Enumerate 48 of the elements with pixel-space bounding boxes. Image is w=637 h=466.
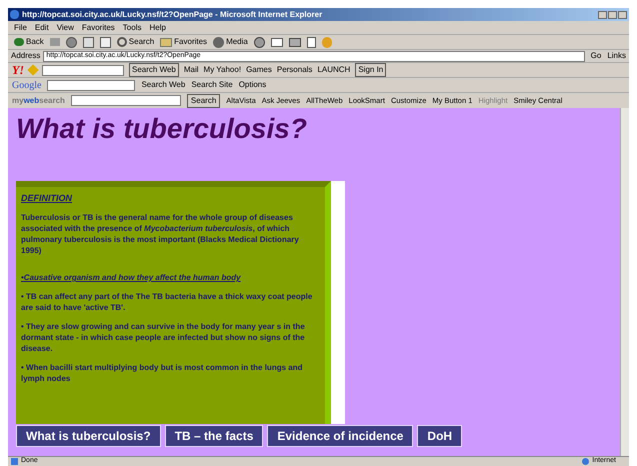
causative-link[interactable]: •Causative organism and how they affect the human body [21, 272, 320, 283]
menu-item[interactable]: Help [149, 22, 166, 34]
menu-item[interactable]: View [56, 22, 74, 34]
toolbar-link[interactable]: Personals [276, 64, 312, 76]
google-logo[interactable]: Google [12, 78, 42, 92]
toolbar-label[interactable]: Search [128, 36, 154, 48]
menu-item[interactable]: Favorites [82, 22, 115, 34]
toolbar-label[interactable]: Favorites [174, 36, 208, 48]
google-search-field[interactable] [47, 80, 136, 90]
toolbar-label[interactable]: Media [226, 36, 248, 48]
minimize-button[interactable] [598, 10, 607, 18]
yahoo-search-field[interactable] [42, 64, 124, 76]
toolbar-link[interactable]: Search Web [141, 79, 186, 91]
toolbar-link[interactable]: Options [238, 79, 266, 91]
nav-button[interactable]: Evidence of incidence [267, 425, 414, 447]
go-button[interactable]: Go [588, 50, 604, 62]
toolbar-label[interactable]: Back [26, 36, 44, 48]
scrollbar[interactable] [620, 108, 629, 456]
maximize-button[interactable] [608, 10, 617, 18]
bullet-text: • They are slow growing and can survive in the body for many year s in the dormant state - in which case people are infected but show no signs of the disease. [21, 321, 306, 354]
menu-item[interactable]: Edit [34, 22, 49, 34]
toolbar-link[interactable]: Search Site [191, 79, 233, 91]
nav-button[interactable]: TB – the facts [164, 425, 264, 447]
toolbar-link[interactable]: LAUNCH [317, 64, 350, 76]
stop-icon[interactable] [66, 36, 77, 48]
search-button[interactable]: Search [186, 94, 220, 108]
nav-button[interactable]: What is tuberculosis? [16, 425, 161, 447]
toolbar-link[interactable]: Mail [184, 64, 199, 76]
window-title: http://topcat.soi.city.ac.uk/Lucky.nsf/t2?OpenPage - Microsoft Internet Explorer [22, 8, 322, 20]
folder-icon[interactable] [160, 38, 172, 46]
close-button[interactable] [618, 10, 627, 18]
bullet-text: • TB can affect any part of the The TB bacteria have a thick waxy coat people are said to have 'active TB'. [21, 291, 314, 313]
definition-text: Tuberculosis or TB is the general name for the whole group of diseases associated with the presence of Mycobacterium tuberculosis, of which pulmonary tuberculosis is the most important (Blacks Medical Dictionary 1995) [21, 212, 300, 256]
menu-item[interactable]: Tools [122, 22, 142, 34]
menu-item[interactable]: File [14, 22, 27, 34]
definition-heading: DEFINITION [21, 193, 73, 204]
nav-button[interactable]: DoH [417, 425, 462, 447]
mywebsearch-logo[interactable]: mywebsearch [12, 94, 65, 106]
sign-in-button[interactable]: Sign In [355, 63, 386, 77]
address-label: Address [11, 50, 40, 62]
magnifier-icon[interactable] [116, 37, 127, 47]
page-heading: What is tuberculosis? [16, 112, 308, 146]
bullet-text: • When bacilli start multiplying body but is most common in the lungs and lymph nodes [21, 362, 304, 384]
search-web-button[interactable]: Search Web [129, 63, 179, 77]
toolbar-link[interactable]: Games [246, 64, 272, 76]
mywebsearch-field[interactable] [70, 95, 181, 106]
toolbar-link[interactable]: My Yahoo! [204, 64, 242, 76]
links-label[interactable]: Links [607, 50, 626, 62]
